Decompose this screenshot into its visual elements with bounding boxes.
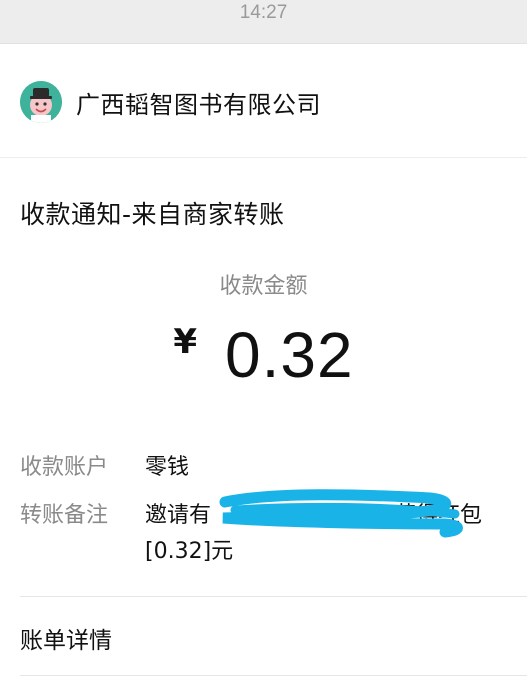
notice-title: 收款通知-来自商家转账 [20,200,285,229]
note-text-start: 邀请有 [145,503,212,528]
account-row: 收款账户 零钱 [20,449,189,481]
merchant-name: 广西韬智图书有限公司 [76,91,321,119]
amount-value: 0.32 [225,319,354,391]
amount: ¥0.32 [0,318,527,392]
bill-details-link[interactable]: 账单详情 [20,621,112,655]
account-label: 收款账户 [20,455,109,480]
divider [20,596,527,597]
note-label: 转账备注 [20,503,109,528]
merchant-row[interactable]: 广西韬智图书有限公司 [0,44,527,158]
status-bar: 14:27 [0,0,527,44]
redaction-scribble [219,489,463,538]
amount-label: 收款金额 [219,274,308,299]
account-value: 零钱 [145,455,190,480]
currency-symbol: ¥ [173,322,198,362]
cartoon-avatar-icon [20,81,62,123]
note-text-line2: [0.32]元 [145,539,234,564]
divider-bottom [20,675,527,676]
status-time: 14:27 [239,2,288,23]
